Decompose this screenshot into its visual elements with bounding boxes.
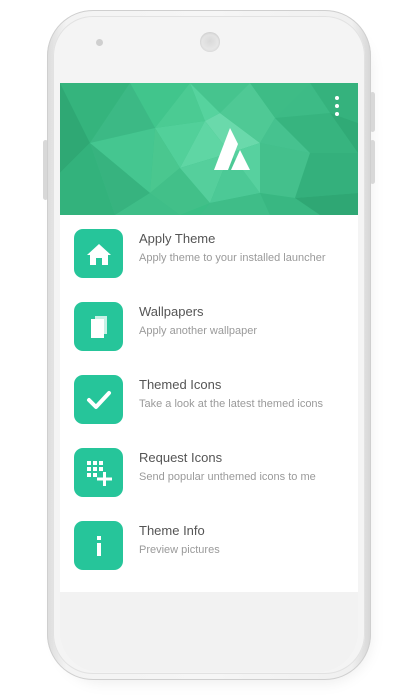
check-icon <box>86 390 111 409</box>
request-icons-tile <box>74 448 123 497</box>
item-title: Themed Icons <box>139 377 222 392</box>
item-subtitle: Send popular unthemed icons to me <box>139 471 316 483</box>
polygon-background <box>60 83 358 215</box>
theme-info-tile <box>74 521 123 570</box>
more-vert-icon[interactable] <box>332 95 342 117</box>
earpiece-speaker-icon <box>200 32 220 52</box>
item-title: Request Icons <box>139 450 223 465</box>
item-title: Apply Theme <box>139 231 216 246</box>
home-icon <box>86 243 111 265</box>
item-subtitle: Apply another wallpaper <box>139 325 258 337</box>
wallpapers-tile <box>74 302 123 351</box>
item-subtitle: Take a look at the latest themed icons <box>139 398 324 410</box>
menu-item-wallpapers[interactable]: Wallpapers Apply another wallpaper <box>60 288 358 361</box>
item-title: Theme Info <box>139 523 205 538</box>
menu-dot <box>335 112 339 116</box>
menu-list: Apply Theme Apply theme to your installe… <box>60 215 358 580</box>
menu-item-apply-theme[interactable]: Apply Theme Apply theme to your installe… <box>60 215 358 288</box>
item-subtitle: Apply theme to your installed launcher <box>139 252 326 264</box>
info-icon <box>96 535 101 556</box>
triangle-a-logo-icon <box>214 128 250 170</box>
header-banner <box>60 83 358 215</box>
wallpaper-icon <box>90 315 107 338</box>
apply-theme-tile <box>74 229 123 278</box>
menu-item-request-icons[interactable]: Request Icons Send popular unthemed icon… <box>60 434 358 507</box>
grid-add-icon <box>86 460 112 486</box>
item-subtitle: Preview pictures <box>139 544 220 556</box>
front-camera-icon <box>96 39 103 46</box>
device-mockup: Apply Theme Apply theme to your installe… <box>0 0 420 700</box>
menu-item-themed-icons[interactable]: Themed Icons Take a look at the latest t… <box>60 361 358 434</box>
menu-item-theme-info[interactable]: Theme Info Preview pictures <box>60 507 358 580</box>
menu-dot <box>335 104 339 108</box>
item-title: Wallpapers <box>139 304 204 319</box>
menu-dot <box>335 96 339 100</box>
app-screen: Apply Theme Apply theme to your installe… <box>60 83 358 592</box>
themed-icons-tile <box>74 375 123 424</box>
bottom-bezel <box>60 592 358 672</box>
